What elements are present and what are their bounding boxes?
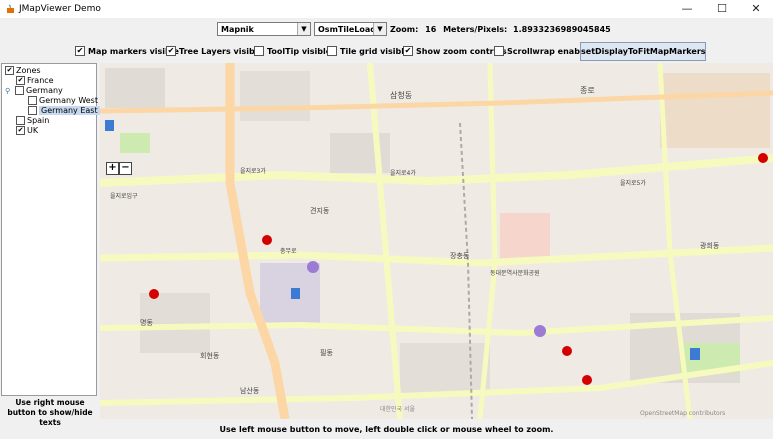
status-bar: Use left mouse button to move, left doub… (219, 425, 554, 434)
tree-node-zones[interactable]: ✔ Zones (5, 66, 41, 75)
tree-layers-checkbox[interactable]: ✔ Tree Layers visible (166, 46, 263, 56)
mpp-label: Meters/Pixels: (443, 25, 508, 34)
svg-text:충무로: 충무로 (280, 247, 297, 255)
svg-text:필동: 필동 (320, 348, 333, 357)
tile-source-combo[interactable]: Mapnik ▼ (217, 22, 311, 36)
checkbox-label: Tile grid visible (340, 46, 410, 56)
zoom-out-button[interactable]: − (119, 162, 132, 175)
tree-node-label: France (27, 76, 54, 85)
tree-node-germany-west[interactable]: Germany West (28, 96, 98, 105)
tree-node-label: Germany East (39, 106, 100, 115)
zoom-in-button[interactable]: + (106, 162, 119, 175)
svg-text:을지로입구: 을지로입구 (110, 192, 138, 200)
checkbox-box[interactable] (28, 96, 37, 105)
tree-node-spain[interactable]: Spain (16, 116, 49, 125)
checkbox-box[interactable] (327, 46, 337, 56)
minimize-button[interactable]: — (670, 0, 704, 18)
map-tiles[interactable]: 삼청동 청운동 견지동 을지로입구 을지로3가 을지로4가 을지로5가 충무로 … (100, 63, 773, 419)
close-button[interactable]: ✕ (739, 0, 773, 18)
tree-node-label: Spain (27, 116, 50, 125)
options-toolbar: ✔ Map markers visible ✔ Tree Layers visi… (0, 40, 773, 62)
checkbox-box[interactable]: ✔ (16, 76, 25, 85)
zoom-controls-checkbox[interactable]: ✔ Show zoom controls (403, 46, 507, 56)
map-viewer[interactable]: 삼청동 청운동 견지동 을지로입구 을지로3가 을지로4가 을지로5가 충무로 … (100, 63, 773, 419)
layer-tree: ✔ Zones ✔ France ⚲ Germany Germany West … (1, 63, 100, 396)
svg-text:남산동: 남산동 (240, 386, 260, 395)
checkbox-box[interactable]: ✔ (75, 46, 85, 56)
checkbox-box[interactable] (28, 106, 37, 115)
checkbox-box[interactable]: ✔ (5, 66, 14, 75)
zoom-label: Zoom: (390, 25, 419, 34)
tile-toolbar: Mapnik ▼ OsmTileLoader ▼ Zoom: 16 Meters… (0, 18, 773, 40)
map-markers-checkbox[interactable]: ✔ Map markers visible (75, 46, 179, 56)
java-app-icon (7, 4, 14, 13)
tree-node-france[interactable]: ✔ France (16, 76, 54, 85)
checkbox-label: Tree Layers visible (179, 46, 263, 56)
tile-grid-checkbox[interactable]: Tile grid visible (327, 46, 409, 56)
chevron-down-icon[interactable]: ▼ (297, 23, 310, 35)
expand-handle-icon[interactable]: ⚲ (5, 87, 15, 95)
tile-source-value: Mapnik (221, 25, 254, 34)
tree-node-label: Zones (16, 66, 41, 75)
tree-node-germany[interactable]: ⚲ Germany (5, 86, 63, 95)
svg-text:을지로3가: 을지로3가 (240, 167, 266, 175)
svg-text:종로: 종로 (580, 86, 595, 95)
checkbox-box[interactable]: ✔ (403, 46, 413, 56)
tree-node-label: Germany West (39, 96, 98, 105)
svg-text:회현동: 회현동 (200, 352, 220, 360)
checkbox-label: ToolTip visible (267, 46, 332, 56)
zoom-info: Zoom: 16 Meters/Pixels: 1.89332369890458… (390, 25, 611, 34)
checkbox-box[interactable] (494, 46, 504, 56)
tree-node-germany-east[interactable]: Germany East (28, 106, 100, 115)
fit-markers-button[interactable]: setDisplayToFitMapMarkers (580, 42, 706, 61)
window-title: JMapViewer Demo (19, 4, 101, 14)
svg-text:동대문역사문화공원: 동대문역사문화공원 (490, 269, 540, 277)
checkbox-box[interactable]: ✔ (16, 126, 25, 135)
svg-text:을지로4가: 을지로4가 (390, 169, 416, 177)
scrollwrap-checkbox[interactable]: Scrollwrap enabled (494, 46, 594, 56)
checkbox-box[interactable]: ✔ (166, 46, 176, 56)
maximize-button[interactable]: ☐ (705, 0, 739, 18)
svg-text:대한민국 서울: 대한민국 서울 (380, 405, 416, 413)
tree-node-label: UK (27, 126, 39, 135)
checkbox-box[interactable] (15, 86, 24, 95)
svg-text:을지로5가: 을지로5가 (620, 179, 646, 187)
svg-text:장충동: 장충동 (450, 251, 470, 260)
svg-text:광희동: 광희동 (700, 241, 720, 250)
zoom-value: 16 (425, 25, 437, 34)
mpp-value: 1.8933236989045845 (513, 25, 611, 34)
checkbox-box[interactable] (254, 46, 264, 56)
tooltip-checkbox[interactable]: ToolTip visible (254, 46, 331, 56)
checkbox-box[interactable] (16, 116, 25, 125)
tree-node-label: Germany (26, 86, 63, 95)
tile-loader-combo[interactable]: OsmTileLoader ▼ (314, 22, 387, 36)
title-bar: JMapViewer Demo — ☐ ✕ (0, 0, 773, 18)
svg-text:명동: 명동 (140, 318, 153, 327)
svg-text:삼청동: 삼청동 (390, 90, 412, 100)
svg-text:견지동: 견지동 (310, 206, 330, 215)
tree-node-uk[interactable]: ✔ UK (16, 126, 38, 135)
svg-text:OpenStreetMap contributors: OpenStreetMap contributors (640, 410, 725, 417)
chevron-down-icon[interactable]: ▼ (373, 23, 386, 35)
